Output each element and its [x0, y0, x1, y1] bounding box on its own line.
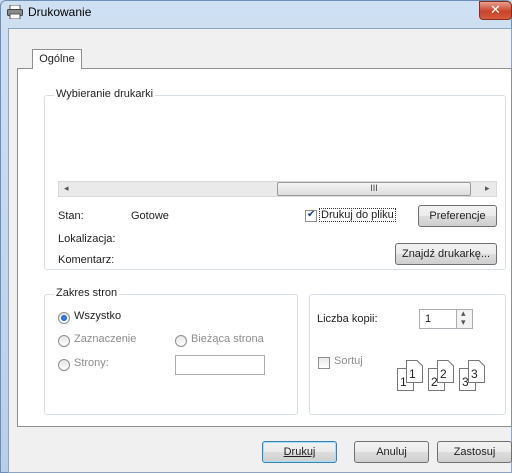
cancel-button[interactable]: Anuluj	[354, 441, 429, 463]
cancel-button-label: Anuluj	[376, 446, 407, 458]
page-icon: 3	[468, 360, 485, 383]
collate-illustration: 1 1 2 2 3 3	[397, 360, 497, 394]
radio-selection[interactable]	[58, 335, 70, 347]
copies-value: 1	[425, 313, 432, 325]
find-printer-button[interactable]: Znajdź drukarkę...	[395, 243, 497, 265]
print-to-file-label[interactable]: Drukuj do pliku	[319, 208, 396, 222]
page-number: 2	[440, 367, 447, 381]
close-icon: ✕	[490, 2, 501, 17]
scroll-right-icon[interactable]: ▸	[485, 183, 490, 194]
radio-pages-label[interactable]: Strony:	[74, 357, 109, 369]
radio-current-page-label[interactable]: Bieżąca strona	[191, 333, 264, 345]
preferences-button-label: Preferencje	[429, 210, 486, 222]
printer-icon	[7, 5, 23, 19]
radio-all[interactable]	[58, 312, 70, 324]
page-number: 3	[471, 367, 478, 381]
spin-down-icon[interactable]: ▾	[461, 317, 466, 328]
status-label: Stan:	[58, 210, 84, 222]
scroll-thumb[interactable]: III	[277, 182, 471, 196]
copies-spinner[interactable]: 1 ▴ ▾	[419, 308, 473, 329]
window-title: Drukowanie	[28, 5, 92, 19]
print-button[interactable]: Drukuj	[262, 441, 337, 463]
radio-selection-label[interactable]: Zaznaczenie	[74, 333, 136, 345]
copies-label: Liczba kopii:	[317, 313, 378, 325]
apply-button[interactable]: Zastosuj	[437, 441, 512, 463]
close-button[interactable]: ✕	[479, 1, 512, 20]
printer-list[interactable]	[58, 105, 497, 181]
printer-selection-legend: Wybieranie drukarki	[54, 88, 156, 100]
pages-input[interactable]	[175, 355, 265, 375]
page-number: 1	[409, 367, 416, 381]
print-to-file-checkbox[interactable]: ✔	[305, 209, 317, 222]
check-icon: ✔	[307, 209, 316, 220]
tab-general-label: Ogólne	[39, 53, 75, 65]
status-value: Gotowe	[131, 210, 169, 222]
page-range-legend: Zakres stron	[54, 287, 120, 299]
page-icon: 1	[406, 360, 423, 383]
tab-general[interactable]: Ogólne	[32, 49, 82, 69]
scroll-left-icon[interactable]: ◂	[64, 183, 69, 194]
preferences-button[interactable]: Preferencje	[418, 205, 497, 227]
page-icon: 2	[437, 360, 454, 383]
radio-all-label[interactable]: Wszystko	[74, 310, 121, 322]
spin-buttons[interactable]: ▴ ▾	[456, 308, 472, 328]
collate-checkbox[interactable]	[318, 357, 330, 369]
title-bar[interactable]: Drukowanie ✕	[0, 0, 512, 24]
find-printer-button-label: Znajdź drukarkę...	[401, 248, 491, 260]
comment-label: Komentarz:	[58, 254, 115, 266]
scroll-grip-icon: III	[370, 183, 378, 193]
collate-label[interactable]: Sortuj	[334, 355, 363, 367]
location-label: Lokalizacja:	[58, 233, 116, 245]
print-button-label: Drukuj	[283, 446, 316, 458]
apply-button-label: Zastosuj	[453, 446, 496, 458]
radio-pages[interactable]	[58, 359, 70, 371]
radio-current-page[interactable]	[175, 335, 187, 347]
